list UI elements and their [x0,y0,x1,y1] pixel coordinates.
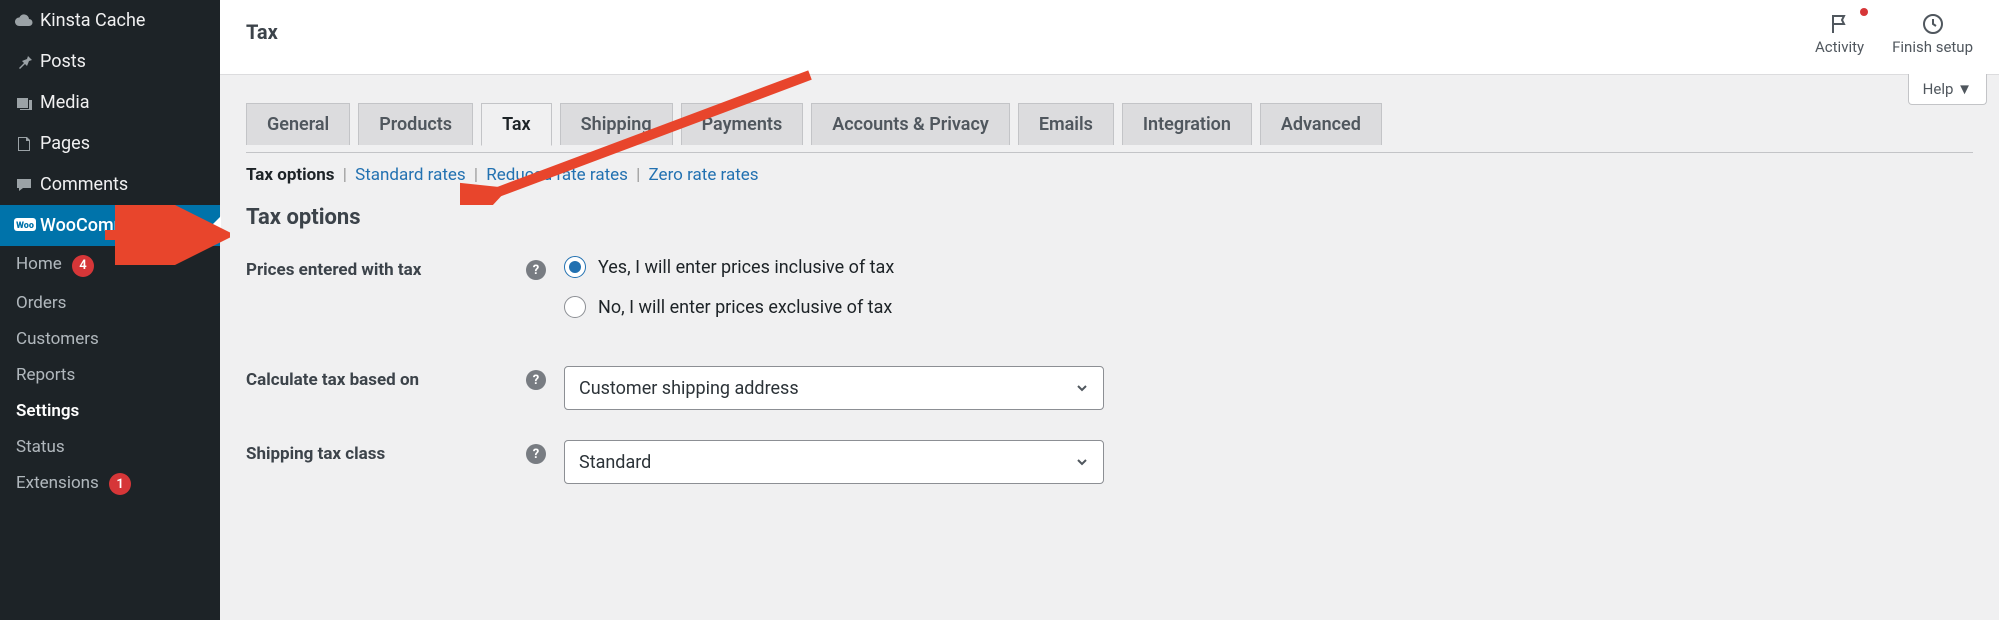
help-toggle[interactable]: Help ▼ [1908,74,1987,105]
activity-button[interactable]: Activity [1815,10,1864,56]
sidebar-sub-home[interactable]: Home 4 [0,246,220,285]
field-label: Calculate tax based on [246,366,526,390]
tax-subtabs: Tax options | Standard rates | Reduced r… [246,165,1973,185]
tab-shipping[interactable]: Shipping [560,103,673,145]
sidebar-item-media[interactable]: Media [0,82,220,123]
flag-icon [1815,10,1864,38]
help-icon[interactable]: ? [526,444,546,464]
pin-icon [14,52,40,72]
subtab-reduced-rates[interactable]: Reduced rate rates [486,165,628,185]
media-icon [14,93,40,113]
svg-text:Woo: Woo [16,221,34,231]
tab-general[interactable]: General [246,103,350,145]
help-icon[interactable]: ? [526,260,546,280]
count-badge: 4 [72,255,94,277]
tab-accounts-privacy[interactable]: Accounts & Privacy [811,103,1010,145]
field-label: Prices entered with tax [246,256,526,280]
field-prices-entered: Prices entered with tax ? Yes, I will en… [246,256,1973,336]
chevron-down-icon [1075,455,1089,469]
woo-icon: Woo [14,218,40,234]
sidebar-item-comments[interactable]: Comments [0,164,220,205]
caret-down-icon: ▼ [1957,80,1972,98]
section-heading: Tax options [246,205,1973,230]
field-label: Shipping tax class [246,440,526,464]
sidebar-label: WooCommerce [40,215,164,236]
radio-input[interactable] [564,296,586,318]
subtab-standard-rates[interactable]: Standard rates [355,165,466,185]
radio-input[interactable] [564,256,586,278]
clock-icon [1892,10,1973,38]
tab-products[interactable]: Products [358,103,473,145]
sidebar-sub-extensions[interactable]: Extensions 1 [0,465,220,504]
shipping-tax-select[interactable]: Standard [564,440,1104,484]
radio-exclusive[interactable]: No, I will enter prices exclusive of tax [564,296,894,318]
sidebar-label: Kinsta Cache [40,10,145,31]
tab-payments[interactable]: Payments [681,103,804,145]
tab-emails[interactable]: Emails [1018,103,1114,145]
sidebar-item-pages[interactable]: Pages [0,123,220,164]
tab-integration[interactable]: Integration [1122,103,1252,145]
sidebar-sub-settings[interactable]: Settings [0,393,220,429]
sidebar-sub-customers[interactable]: Customers [0,321,220,357]
admin-sidebar: Kinsta Cache Posts Media Pages Comments … [0,0,220,620]
sidebar-sub-status[interactable]: Status [0,429,220,465]
sidebar-sub-orders[interactable]: Orders [0,285,220,321]
help-icon[interactable]: ? [526,370,546,390]
main-area: Tax Activity Finish setup Help ▼ General… [220,0,1999,620]
top-bar: Tax Activity Finish setup [220,0,1999,75]
sidebar-item-woocommerce[interactable]: Woo WooCommerce [0,205,220,246]
radio-inclusive[interactable]: Yes, I will enter prices inclusive of ta… [564,256,894,278]
settings-tabs: GeneralProductsTaxShippingPaymentsAccoun… [246,103,1973,145]
sidebar-label: Posts [40,51,86,72]
page-icon [14,134,40,154]
chevron-down-icon [1075,381,1089,395]
tab-advanced[interactable]: Advanced [1260,103,1382,145]
page-title: Tax [246,10,278,44]
tab-tax[interactable]: Tax [481,103,552,146]
sidebar-sub-reports[interactable]: Reports [0,357,220,393]
cloud-icon [14,11,40,31]
comment-icon [14,175,40,195]
subtab-zero-rates[interactable]: Zero rate rates [649,165,759,185]
notification-dot-icon [1860,8,1868,16]
content-area: Help ▼ GeneralProductsTaxShippingPayment… [220,75,1999,528]
count-badge: 1 [109,473,131,495]
sidebar-label: Comments [40,174,128,195]
calculate-tax-select[interactable]: Customer shipping address [564,366,1104,410]
field-shipping-tax-class: Shipping tax class ? Standard [246,440,1973,484]
sidebar-item-kinsta-cache[interactable]: Kinsta Cache [0,0,220,41]
sidebar-label: Pages [40,133,90,154]
sidebar-label: Media [40,92,90,113]
finish-setup-button[interactable]: Finish setup [1892,10,1973,56]
field-calculate-tax: Calculate tax based on ? Customer shippi… [246,366,1973,410]
sidebar-item-posts[interactable]: Posts [0,41,220,82]
subtab-current[interactable]: Tax options [246,165,335,185]
